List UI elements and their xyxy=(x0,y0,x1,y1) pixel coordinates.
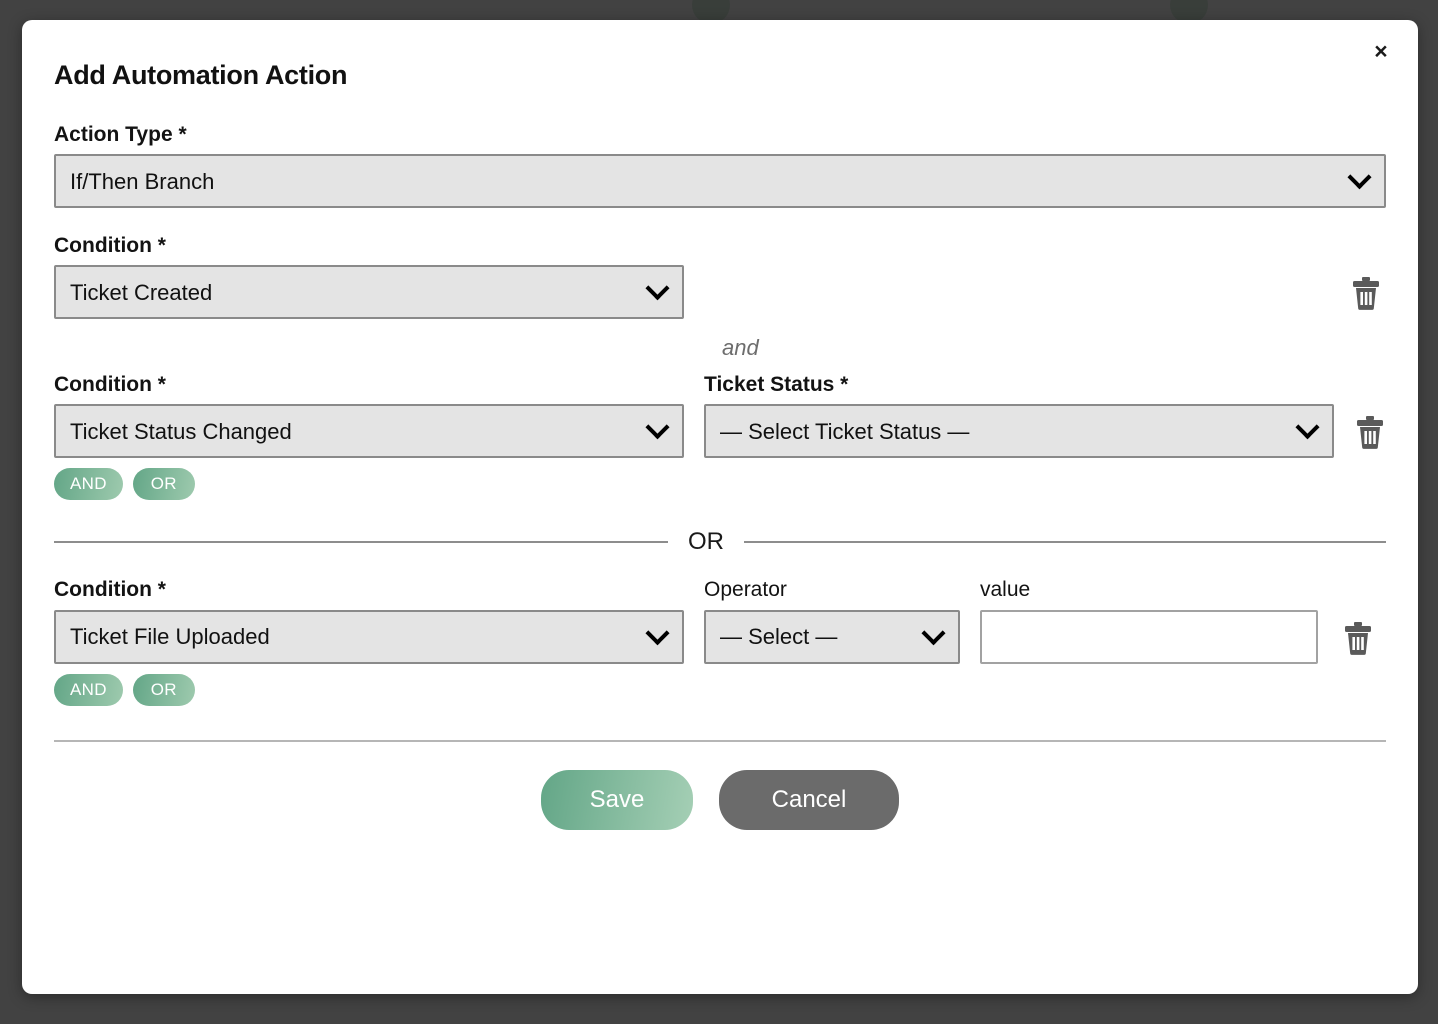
condition-2-select[interactable]: Ticket Status Changed xyxy=(54,404,684,458)
trash-icon xyxy=(1355,415,1385,449)
operator-field: Operator — Select — xyxy=(704,578,960,663)
action-type-label: Action Type * xyxy=(54,123,1386,147)
condition-1-select[interactable]: Ticket Created xyxy=(54,265,684,319)
condition-3-select[interactable]: Ticket File Uploaded xyxy=(54,610,684,664)
value-input[interactable] xyxy=(980,610,1318,664)
condition-1-field: Condition * Ticket Created xyxy=(54,234,684,319)
condition-3-label: Condition * xyxy=(54,578,684,602)
operator-select-wrapper[interactable]: — Select — xyxy=(704,610,960,664)
trash-icon xyxy=(1343,621,1373,655)
or-divider-line-right xyxy=(744,541,1386,543)
condition-3-logic-buttons: AND OR xyxy=(54,674,1386,706)
condition-row-1: Condition * Ticket Created xyxy=(54,234,1386,319)
dialog-footer: Save Cancel xyxy=(54,742,1386,830)
delete-condition-2-button[interactable] xyxy=(1354,412,1386,452)
ticket-status-select[interactable]: — Select Ticket Status — xyxy=(704,404,1334,458)
action-type-select-wrapper[interactable]: If/Then Branch xyxy=(54,154,1386,208)
condition-2-label: Condition * xyxy=(54,373,684,397)
or-group-divider: OR xyxy=(54,528,1386,556)
or-divider-line-left xyxy=(54,541,668,543)
ticket-status-select-wrapper[interactable]: — Select Ticket Status — xyxy=(704,404,1334,458)
or-divider-label: OR xyxy=(688,528,724,556)
action-type-group: Action Type * If/Then Branch xyxy=(54,123,1386,208)
action-type-select[interactable]: If/Then Branch xyxy=(54,154,1386,208)
condition-1-select-wrapper[interactable]: Ticket Created xyxy=(54,265,684,319)
condition-1-label: Condition * xyxy=(54,234,684,258)
condition-3-and-button[interactable]: AND xyxy=(54,674,123,706)
add-automation-action-dialog: × Add Automation Action Action Type * If… xyxy=(22,20,1418,994)
condition-3-select-wrapper[interactable]: Ticket File Uploaded xyxy=(54,610,684,664)
delete-condition-3-button[interactable] xyxy=(1338,618,1378,658)
condition-2-select-wrapper[interactable]: Ticket Status Changed xyxy=(54,404,684,458)
dialog-body: Add Automation Action Action Type * If/T… xyxy=(22,20,1418,830)
condition-2-logic-buttons: AND OR xyxy=(54,468,1386,500)
ticket-status-field: Ticket Status * — Select Ticket Status — xyxy=(704,373,1334,458)
and-joiner-text: and xyxy=(54,335,1386,361)
condition-3-field: Condition * Ticket File Uploaded xyxy=(54,578,684,663)
value-field: value xyxy=(980,578,1318,663)
condition-2-or-button[interactable]: OR xyxy=(133,468,195,500)
condition-2-and-button[interactable]: AND xyxy=(54,468,123,500)
condition-row-2: Condition * Ticket Status Changed Ticket… xyxy=(54,373,1386,500)
operator-label: Operator xyxy=(704,578,960,602)
dialog-title: Add Automation Action xyxy=(54,60,1386,91)
delete-condition-1-button[interactable] xyxy=(1346,273,1386,313)
close-icon[interactable]: × xyxy=(1366,36,1396,66)
condition-row-3: Condition * Ticket File Uploaded Operato… xyxy=(54,578,1386,705)
cancel-button[interactable]: Cancel xyxy=(719,770,899,830)
operator-select[interactable]: — Select — xyxy=(704,610,960,664)
value-label: value xyxy=(980,578,1318,602)
condition-3-or-button[interactable]: OR xyxy=(133,674,195,706)
save-button[interactable]: Save xyxy=(541,770,693,830)
ticket-status-label: Ticket Status * xyxy=(704,373,1334,397)
trash-icon xyxy=(1351,276,1381,310)
condition-2-field: Condition * Ticket Status Changed xyxy=(54,373,684,458)
